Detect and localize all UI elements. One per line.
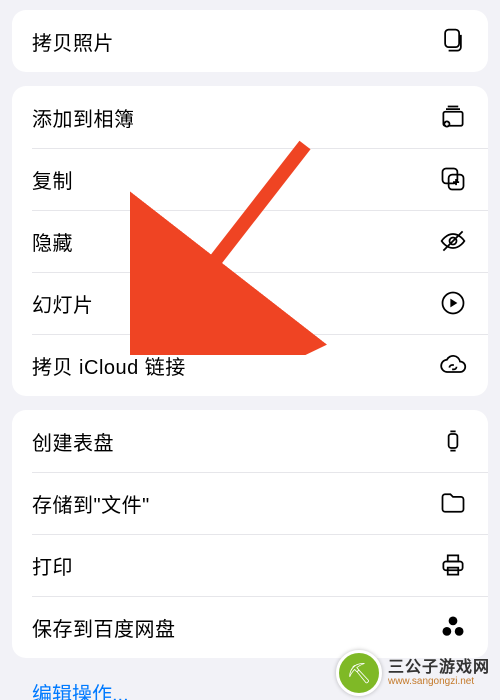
action-print[interactable]: 打印 — [12, 534, 488, 596]
slideshow-icon — [438, 288, 468, 318]
action-label: 拷贝 iCloud 链接 — [32, 351, 186, 380]
duplicate-icon — [438, 164, 468, 194]
icloud-link-icon — [438, 350, 468, 380]
action-copy-icloud-link[interactable]: 拷贝 iCloud 链接 — [12, 334, 488, 396]
action-label: 存储到"文件" — [32, 489, 150, 518]
action-group: 创建表盘 存储到"文件" 打印 — [12, 410, 488, 658]
action-duplicate[interactable]: 复制 — [12, 148, 488, 210]
action-slideshow[interactable]: 幻灯片 — [12, 272, 488, 334]
action-label: 添加到相簿 — [32, 103, 135, 132]
edit-actions-label: 编辑操作... — [32, 684, 129, 700]
action-label: 拷贝照片 — [32, 27, 114, 56]
action-label: 打印 — [32, 551, 73, 580]
action-create-watch-face[interactable]: 创建表盘 — [12, 410, 488, 472]
action-label: 复制 — [32, 165, 73, 194]
print-icon — [438, 550, 468, 580]
baidu-pan-icon — [438, 612, 468, 642]
save-to-files-icon — [438, 488, 468, 518]
action-add-to-album[interactable]: 添加到相簿 — [12, 86, 488, 148]
action-label: 幻灯片 — [32, 289, 94, 318]
action-copy-photo[interactable]: 拷贝照片 — [12, 10, 488, 72]
hide-icon — [438, 226, 468, 256]
action-save-to-baidu-pan[interactable]: 保存到百度网盘 — [12, 596, 488, 658]
edit-actions-link[interactable]: 编辑操作... — [12, 672, 488, 700]
add-to-album-icon — [438, 102, 468, 132]
action-label: 隐藏 — [32, 227, 73, 256]
share-sheet: 拷贝照片 添加到相簿 复制 — [0, 0, 500, 700]
action-label: 保存到百度网盘 — [32, 613, 176, 642]
action-save-to-files[interactable]: 存储到"文件" — [12, 472, 488, 534]
action-hide[interactable]: 隐藏 — [12, 210, 488, 272]
action-label: 创建表盘 — [32, 427, 114, 456]
action-group: 添加到相簿 复制 隐藏 — [12, 86, 488, 396]
action-group: 拷贝照片 — [12, 10, 488, 72]
copy-photo-icon — [438, 26, 468, 56]
watch-face-icon — [438, 426, 468, 456]
